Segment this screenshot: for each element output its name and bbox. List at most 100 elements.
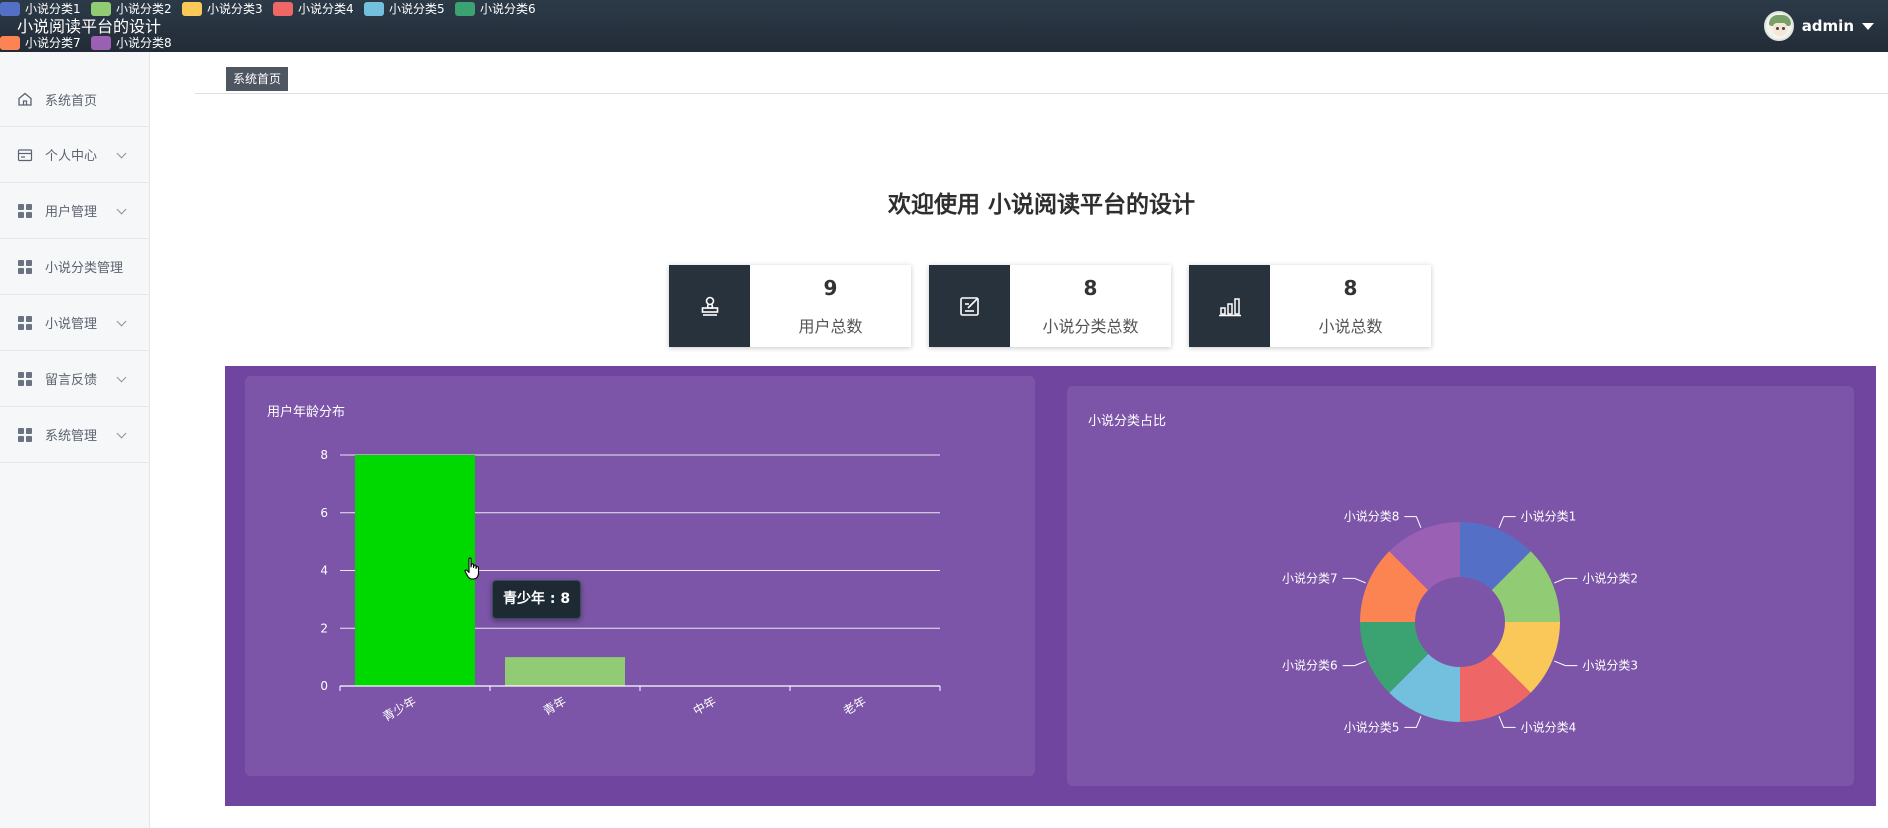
chart-tooltip: 青少年 : 8 [492,580,582,619]
breadcrumb: 系统首页 [195,52,1888,94]
legend-label: 小说分类7 [25,36,81,50]
sidebar-item-label: 系统首页 [45,93,98,109]
edit-icon [929,265,1010,347]
home-icon [17,91,33,107]
sidebar-item-label: 小说分类管理 [45,261,124,276]
legend-item[interactable]: 小说分类1 [0,0,81,17]
bar[interactable] [505,657,625,686]
page-title: 欢迎使用 小说阅读平台的设计 [887,192,1195,218]
slice-label: 小说分类2 [1582,570,1638,585]
grid-icon [17,259,33,275]
stat-label: 小说总数 [1318,317,1383,336]
bar-chart-icon [1189,265,1270,347]
x-tick-label: 老年 [841,694,869,718]
category-pie-chart[interactable]: 小说分类1 小说分类2 小说分类3 小说分类4 小说分类5 小说分类6 小说分类7 小说分类8 [1067,386,1854,786]
x-tick-label: 中年 [690,693,718,718]
label-leader-line [1498,716,1516,728]
sidebar-item-label: 系统管理 [45,429,98,444]
label-leader-line [1498,516,1516,528]
sidebar-item-system[interactable]: 系统管理 [0,407,149,463]
legend-item[interactable]: 小说分类6 [455,0,536,17]
label-leader-line [1342,660,1366,667]
sidebar-item-users[interactable]: 用户管理 [0,183,149,239]
y-tick-label: 2 [320,621,328,635]
legend-label: 小说分类6 [480,2,536,16]
sidebar-item-profile[interactable]: 个人中心 [0,127,149,183]
legend-item[interactable]: 小说分类8 [91,34,172,51]
label-leader-line [1404,716,1422,728]
slice-label: 小说分类8 [1344,509,1400,524]
sidebar-item-label: 用户管理 [45,205,98,220]
stat-value: 8 [1083,276,1098,300]
chevron-down-icon [116,372,127,382]
label-leader-line [1554,577,1578,584]
legend-swatch [364,1,384,16]
avatar[interactable] [1763,11,1794,41]
grid-icon [17,371,33,387]
slice-label: 小说分类6 [1282,658,1338,673]
y-tick-label: 0 [320,679,328,693]
grid-icon [17,203,33,219]
hand-cursor-icon [464,557,480,580]
legend-item[interactable]: 小说分类2 [91,0,172,17]
chevron-down-icon [116,148,127,158]
breadcrumb-item[interactable]: 系统首页 [226,67,289,91]
slice-label: 小说分类1 [1521,509,1577,524]
legend-item[interactable]: 小说分类4 [273,0,354,17]
stat-label: 用户总数 [798,317,863,336]
sidebar-item-novels[interactable]: 小说管理 [0,295,149,351]
y-tick-label: 8 [320,448,328,462]
sidebar-item-home[interactable]: 系统首页 [0,52,149,127]
stat-value: 9 [823,276,838,300]
legend-swatch [0,35,20,50]
stat-card-users: 9 用户总数 [669,265,911,347]
label-leader-line [1554,660,1578,667]
age-bar-chart[interactable]: 0 2 4 6 8 青少年 青年 中年 老年 [245,376,1035,776]
caret-down-icon[interactable] [1862,22,1874,30]
stamp-icon [669,265,750,347]
stat-card-novels: 8 小说总数 [1189,265,1431,347]
y-tick-label: 6 [320,506,328,520]
slice-label: 小说分类7 [1282,570,1338,585]
legend-swatch [91,35,111,50]
legend-swatch [455,1,475,16]
legend-label: 小说分类1 [25,2,81,16]
sidebar: 系统首页 个人中心 用户管理 小说分类管理 小说管理 留言反馈 系统管理 [0,52,150,828]
sidebar-item-feedback[interactable]: 留言反馈 [0,351,149,407]
legend-label: 小说分类5 [389,2,445,16]
legend-item[interactable]: 小说分类5 [364,0,445,17]
legend-label: 小说分类4 [298,2,354,16]
x-tick-label: 青少年 [380,694,418,724]
sidebar-item-categories[interactable]: 小说分类管理 [0,239,149,295]
stat-value: 8 [1343,276,1358,300]
legend-swatch [273,1,293,16]
stat-label: 小说分类总数 [1042,317,1139,336]
legend-swatch [0,1,20,16]
sidebar-item-label: 小说管理 [45,317,98,332]
user-menu[interactable]: admin [1763,8,1874,44]
label-leader-line [1342,577,1366,584]
slice-label: 小说分类4 [1521,719,1577,734]
x-tick-label: 青年 [541,694,569,718]
grid-icon [17,315,33,331]
user-name[interactable]: admin [1802,17,1854,35]
bar[interactable] [355,455,475,686]
sidebar-item-label: 个人中心 [45,149,98,164]
legend-item[interactable]: 小说分类7 [0,34,81,51]
stat-card-categories: 8 小说分类总数 [929,265,1171,347]
chevron-down-icon [116,316,127,326]
legend-item[interactable]: 小说分类3 [182,0,263,17]
legend-label: 小说分类3 [207,2,263,16]
legend-label: 小说分类8 [116,36,172,50]
legend-swatch [91,1,111,16]
chevron-down-icon [116,204,127,214]
y-tick-label: 4 [320,564,328,578]
legend-swatch [182,1,202,16]
chevron-down-icon [116,428,127,438]
card-icon [17,147,33,163]
legend-label: 小说分类2 [116,2,172,16]
grid-icon [17,427,33,443]
label-leader-line [1404,516,1422,528]
slice-label: 小说分类3 [1582,658,1638,673]
sidebar-item-label: 留言反馈 [45,373,98,388]
